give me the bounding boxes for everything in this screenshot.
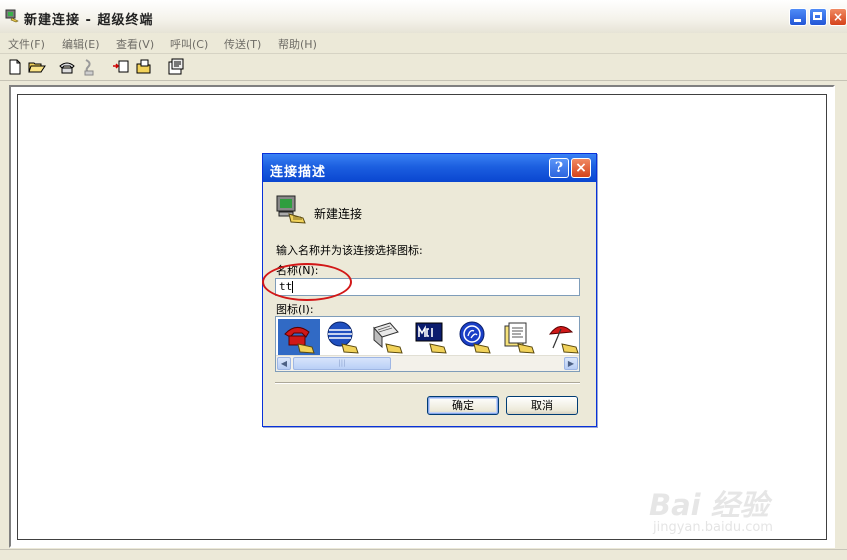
open-button[interactable] [27, 57, 47, 77]
fax-icon [373, 322, 403, 354]
name-label: 名称(N): [276, 264, 319, 277]
icon-option-fax[interactable] [366, 319, 408, 355]
menu-edit[interactable]: 编辑(E) [62, 36, 100, 52]
receive-icon [136, 59, 151, 74]
baidu-watermark: Bai 经验 jingyan.baidu.com [645, 480, 815, 542]
scroll-left-button[interactable]: ◀ [277, 357, 291, 370]
watermark-url: jingyan.baidu.com [653, 520, 773, 535]
toolbar [0, 54, 847, 81]
icon-list[interactable]: ◀ ||| ▶ [275, 316, 580, 372]
scroll-right-button[interactable]: ▶ [564, 357, 578, 370]
icon-option-phone[interactable] [278, 319, 320, 355]
icon-option-mci[interactable] [410, 319, 452, 355]
close-icon: × [832, 10, 844, 24]
help-button[interactable]: ? [549, 158, 569, 178]
ok-button[interactable]: 确定 [427, 396, 499, 415]
dialog-close-button[interactable]: × [571, 158, 591, 178]
help-icon: ? [554, 160, 564, 176]
connection-description-dialog: 连接描述 ? × 新建连接 输入名称并为该连接选择图标: 名称(N): tt 图… [262, 153, 597, 427]
menu-call[interactable]: 呼叫(C) [170, 36, 208, 52]
icon-list-scrollbar[interactable]: ◀ ||| ▶ [276, 355, 579, 371]
icon-option-ge[interactable] [454, 319, 496, 355]
dialog-title: 连接描述 [270, 165, 327, 180]
dialog-titlebar[interactable]: 连接描述 ? × [263, 154, 596, 182]
open-icon [28, 62, 46, 73]
scroll-thumb-grip: ||| [338, 359, 346, 367]
att-globe-icon [327, 321, 359, 354]
new-icon [9, 59, 21, 75]
chevron-right-icon: ▶ [567, 359, 575, 368]
document-icon [504, 322, 535, 354]
send-icon [113, 60, 129, 73]
phone-icon [284, 327, 315, 354]
watermark-logo: Bai 经验 [649, 488, 769, 522]
icon-option-document[interactable] [498, 319, 540, 355]
cancel-button-label: 取消 [531, 399, 553, 412]
cancel-button[interactable]: 取消 [506, 396, 578, 415]
text-caret [292, 281, 294, 293]
dial-button[interactable] [57, 57, 77, 77]
name-input[interactable]: tt [275, 278, 580, 296]
maximize-button[interactable] [809, 8, 827, 26]
menu-help[interactable]: 帮助(H) [278, 36, 317, 52]
ge-icon [459, 321, 491, 354]
icon-option-umbrella[interactable] [542, 319, 579, 355]
properties-icon [168, 58, 184, 75]
dialog-divider [275, 382, 580, 384]
disconnect-icon [84, 59, 94, 76]
close-button[interactable]: × [829, 8, 847, 26]
mci-icon [415, 322, 447, 354]
instruction-text: 输入名称并为该连接选择图标: [276, 244, 423, 257]
menu-view[interactable]: 查看(V) [116, 36, 154, 52]
new-button[interactable] [5, 57, 25, 77]
ok-button-label: 确定 [452, 399, 474, 412]
status-bar [0, 549, 847, 560]
menu-bar: 文件(F) 编辑(E) 查看(V) 呼叫(C) 传送(T) 帮助(H) [0, 33, 847, 54]
disconnect-button[interactable] [80, 57, 100, 77]
properties-button[interactable] [166, 57, 186, 77]
close-icon: × [575, 160, 587, 176]
chevron-left-icon: ◀ [280, 359, 288, 368]
send-button[interactable] [111, 57, 131, 77]
window-title: 新建连接 - 超级终端 [24, 13, 154, 28]
umbrella-icon [548, 326, 579, 354]
menu-file[interactable]: 文件(F) [8, 36, 45, 52]
icon-label: 图标(I): [276, 303, 314, 316]
name-input-value: tt [279, 280, 293, 293]
menu-transfer[interactable]: 传送(T) [224, 36, 261, 52]
minimize-icon [794, 19, 801, 22]
hyperterminal-icon [5, 9, 19, 23]
maximize-icon [813, 12, 822, 20]
dial-icon [59, 62, 75, 74]
icon-option-globe[interactable] [322, 319, 364, 355]
window-titlebar[interactable]: 新建连接 - 超级终端 × [0, 0, 847, 34]
connection-name-text: 新建连接 [314, 207, 363, 221]
minimize-button[interactable] [789, 8, 807, 26]
connection-icon [276, 195, 306, 224]
scroll-thumb[interactable]: ||| [293, 357, 391, 370]
receive-button[interactable] [134, 57, 154, 77]
